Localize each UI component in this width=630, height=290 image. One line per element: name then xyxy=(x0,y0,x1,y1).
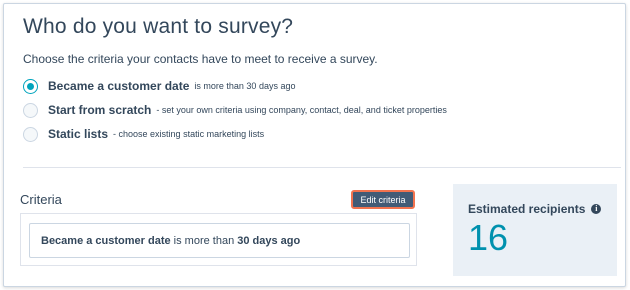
option-description: is more than 30 days ago xyxy=(194,81,296,91)
recipients-count: 16 xyxy=(468,217,509,258)
option-start-from-scratch[interactable]: Start from scratch - set your own criter… xyxy=(23,101,447,119)
option-description: - set your own criteria using company, c… xyxy=(156,105,447,115)
recipients-label: Estimated recipients xyxy=(468,202,586,216)
option-label: Start from scratch xyxy=(48,103,152,117)
radio-customer-date[interactable] xyxy=(23,78,38,94)
info-icon[interactable]: i xyxy=(591,204,602,214)
option-label: Became a customer date xyxy=(48,79,190,93)
criteria-property: Became a customer date xyxy=(41,234,171,247)
estimated-recipients-panel: Estimated recipients i 16 xyxy=(453,184,617,276)
option-description: - choose existing static marketing lists xyxy=(113,129,265,139)
section-divider xyxy=(23,167,621,168)
radio-start-from-scratch[interactable] xyxy=(23,102,38,118)
option-static-lists[interactable]: Static lists - choose existing static ma… xyxy=(23,125,264,143)
page-title: Who do you want to survey? xyxy=(23,15,294,38)
option-label: Static lists xyxy=(48,127,109,141)
recipients-label-row: Estimated recipients i xyxy=(468,202,602,216)
option-customer-date[interactable]: Became a customer date is more than 30 d… xyxy=(23,77,295,95)
criteria-heading: Criteria xyxy=(20,192,62,207)
criteria-value: 30 days ago xyxy=(237,234,301,247)
criteria-operator: is more than xyxy=(170,234,238,247)
edit-criteria-button[interactable]: Edit criteria xyxy=(351,190,415,209)
criteria-panel: Became a customer date is more than 30 d… xyxy=(20,213,417,266)
radio-static-lists[interactable] xyxy=(23,126,38,142)
criteria-rule: Became a customer date is more than 30 d… xyxy=(29,223,410,258)
page-subtitle: Choose the criteria your contacts have t… xyxy=(23,52,378,66)
